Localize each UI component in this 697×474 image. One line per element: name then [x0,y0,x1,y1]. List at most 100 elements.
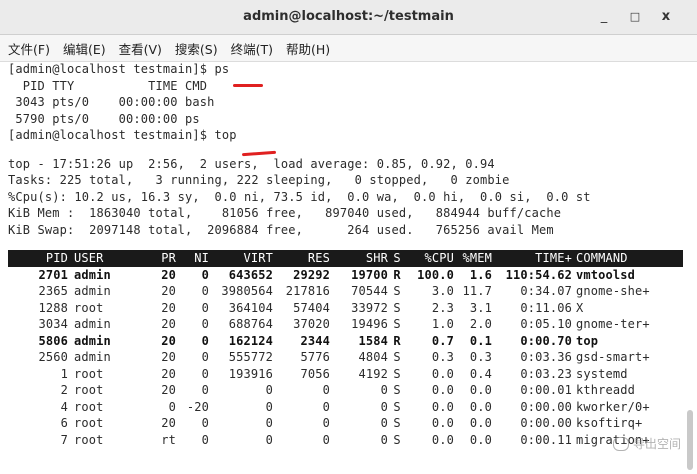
table-row: 2365 admin 20 0 3980564 217816 70544 S 3.0 11.7 0:… [8,283,683,300]
annotation-underline-ps [233,84,263,87]
cell-user: root [74,432,104,447]
menu-view[interactable]: 查看(V) [119,39,162,58]
cell-state: S [393,432,401,447]
col-virt: VIRT [243,251,273,265]
cell-cpu: 0.0 [431,399,454,414]
maximize-button[interactable]: □ [620,0,650,34]
watermark-text: 导出空间 [632,437,681,451]
col-state: S [393,251,401,265]
cell-virt: 0 [265,416,273,430]
cell-res: 0 [322,383,330,397]
table-row: 3034 admin 20 0 688764 37020 19496 S 1.0 2.0 0:05.… [8,316,683,333]
cell-user: admin [74,317,111,331]
cell-res: 217816 [285,284,330,298]
cell-user: admin [74,284,111,298]
close-button[interactable]: x [651,0,681,34]
cell-cpu: 0.0 [431,383,454,397]
cell-pr: 20 [161,284,176,298]
cell-res: 0 [322,399,330,414]
table-row: 7 root rt 0 0 0 0 S 0.0 0.0 0:00.11 migration+ [8,432,683,449]
cell-pid: 4 [60,399,68,414]
cell-state: S [393,416,401,430]
cell-ni: 0 [201,317,209,331]
ps-header-line: PID TTY TIME CMD [8,78,208,93]
cell-user: root [74,416,104,430]
cell-state: R [393,333,401,348]
cell-ni: 0 [201,383,209,397]
cell-command: gnome-she+ [576,284,650,298]
cell-user: admin [74,333,111,348]
cell-mem: 3.1 [469,300,492,315]
terminal-output[interactable]: [admin@localhost testmain]$ ps PID TTY T… [8,61,683,474]
cell-cpu: 2.3 [431,300,454,315]
cell-virt: 555772 [228,350,273,364]
scrollbar-thumb[interactable] [687,410,693,470]
cell-pid: 2 [60,383,68,397]
cell-ni: 0 [201,300,209,315]
cell-pr: 20 [161,317,176,331]
cell-time: 0:03.36 [520,350,572,364]
cell-virt: 193916 [228,366,273,381]
cell-state: S [393,366,401,381]
prompt-line: [admin@localhost testmain]$ ps [8,62,230,76]
cell-time: 0:00.70 [520,333,572,348]
cell-mem: 0.0 [469,383,492,397]
menu-search[interactable]: 搜索(S) [175,39,218,58]
cell-command: gsd-smart+ [576,350,650,364]
cell-pr: 20 [161,366,176,381]
cell-user: root [74,300,104,315]
cell-time: 110:54.62 [505,267,572,282]
menu-file[interactable]: 文件(F) [8,39,50,58]
cell-state: S [393,284,401,298]
cell-pid: 6 [60,416,68,430]
cell-ni: 0 [201,333,209,348]
chat-bubble-icon [612,436,629,451]
cell-shr: 33972 [351,300,388,315]
menu-terminal[interactable]: 终端(T) [231,39,273,58]
cell-virt: 162124 [228,333,273,348]
cell-command: kworker/0+ [576,399,650,414]
col-time: TIME+ [535,251,572,265]
cell-user: admin [74,350,111,364]
menu-bar: 文件(F) 编辑(E) 查看(V) 搜索(S) 终端(T) 帮助(H) [0,35,697,62]
cell-pid: 1 [60,366,68,381]
process-table-body: 2701 admin 20 0 643652 29292 19700 R 100.0 1.6 110… [8,267,683,449]
cell-virt: 643652 [228,267,273,282]
cell-user: root [74,366,104,381]
cell-state: S [393,300,401,315]
minimize-button[interactable]: _ [589,0,619,34]
cell-ni: 0 [201,267,209,282]
cell-shr: 4192 [358,366,388,381]
cell-ni: 0 [201,432,209,447]
ps-row: 3043 pts/0 00:00:00 bash [8,95,215,109]
col-res: RES [307,251,330,265]
cell-time: 0:00.00 [520,399,572,414]
scrollbar[interactable] [687,61,693,474]
cell-res: 37020 [293,317,330,331]
cell-res: 5776 [300,350,330,364]
cell-res: 0 [322,416,330,430]
title-bar[interactable]: admin@localhost:~/testmain _ □ x [0,0,697,35]
cell-pid: 2365 [38,284,68,298]
cell-state: S [393,399,401,414]
cell-pr: 20 [161,383,176,397]
cell-user: root [74,383,104,397]
cell-command: kthreadd [576,383,635,397]
terminal-window: admin@localhost:~/testmain _ □ x 文件(F) 编… [0,0,697,474]
cell-command: vmtoolsd [576,267,635,282]
cell-pr: 20 [161,333,176,348]
cell-cpu: 0.0 [431,432,454,447]
cell-shr: 19496 [351,317,388,331]
cell-virt: 0 [265,432,273,447]
menu-help[interactable]: 帮助(H) [286,39,330,58]
table-row: 1288 root 20 0 364104 57404 33972 S 2.3 3.1 0:11.0… [8,300,683,317]
cell-state: S [393,350,401,364]
menu-edit[interactable]: 编辑(E) [63,39,106,58]
cell-state: S [393,317,401,331]
table-row: 2560 admin 20 0 555772 5776 4804 S 0.3 0.3 0:03.36… [8,349,683,366]
cell-cpu: 0.7 [431,333,454,348]
cell-mem: 2.0 [469,317,492,331]
cell-time: 0:00.11 [520,432,572,447]
cell-virt: 364104 [228,300,273,315]
cell-cpu: 0.0 [431,366,454,381]
